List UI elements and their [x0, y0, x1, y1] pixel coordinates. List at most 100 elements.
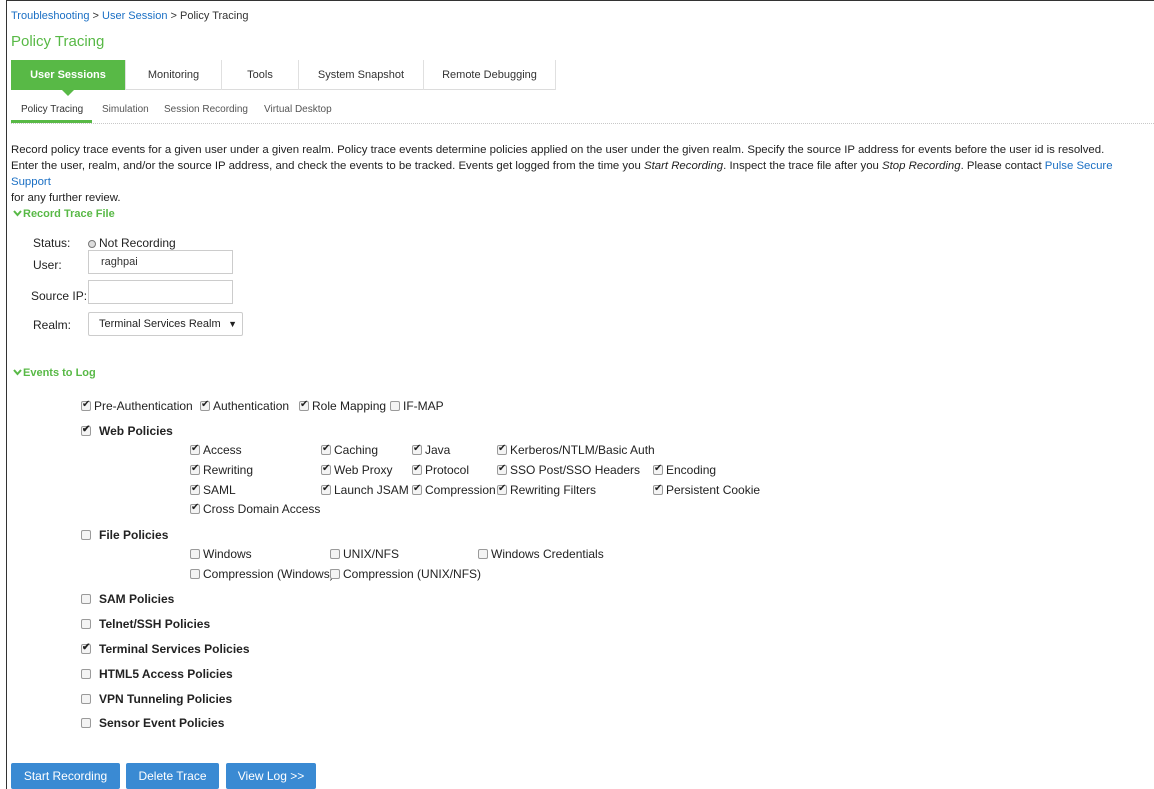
tab-remote-debugging[interactable]: Remote Debugging	[424, 60, 556, 90]
html5-access-policies-label: HTML5 Access Policies	[99, 667, 233, 681]
event-pre-authentication[interactable]: Pre-Authentication	[81, 399, 193, 413]
sub-tabs: Policy Tracing Simulation Session Record…	[11, 102, 1154, 124]
file-windows[interactable]: Windows	[190, 547, 252, 561]
user-input[interactable]: raghpai	[88, 250, 233, 274]
subtab-virtual-desktop[interactable]: Virtual Desktop	[264, 104, 332, 115]
checkbox-unchecked-icon[interactable]	[81, 594, 91, 604]
checkbox-checked-icon[interactable]	[299, 399, 309, 411]
telnet-ssh-policies[interactable]: Telnet/SSH Policies	[81, 617, 210, 631]
checkbox-unchecked-icon[interactable]	[81, 619, 91, 629]
file-compression-windows[interactable]: Compression (Windows)	[190, 567, 334, 581]
delete-trace-button[interactable]: Delete Trace	[126, 763, 219, 789]
subtab-session-recording[interactable]: Session Recording	[164, 104, 248, 115]
file-policies[interactable]: File Policies	[81, 528, 168, 542]
event-role-mapping[interactable]: Role Mapping	[299, 399, 386, 413]
web-saml[interactable]: SAML	[190, 483, 236, 497]
checkbox-checked-icon[interactable]	[412, 443, 422, 455]
checkbox-unchecked-icon[interactable]	[190, 549, 200, 559]
sam-policies[interactable]: SAM Policies	[81, 592, 174, 606]
checkbox-checked-icon[interactable]	[200, 399, 210, 411]
checkbox-checked-icon[interactable]	[81, 399, 91, 411]
checkbox-checked-icon[interactable]	[412, 463, 422, 475]
view-log-button[interactable]: View Log >>	[226, 763, 316, 789]
web-persistent-cookie[interactable]: Persistent Cookie	[653, 483, 760, 497]
checkbox-unchecked-icon[interactable]	[81, 718, 91, 728]
web-protocol[interactable]: Protocol	[412, 463, 469, 477]
subtab-simulation[interactable]: Simulation	[102, 104, 149, 115]
checkbox-unchecked-icon[interactable]	[330, 549, 340, 559]
telnet-ssh-policies-label: Telnet/SSH Policies	[99, 617, 211, 631]
checkbox-unchecked-icon[interactable]	[81, 694, 91, 704]
event-label: SAML	[203, 483, 236, 497]
checkbox-checked-icon[interactable]	[497, 443, 507, 455]
checkbox-unchecked-icon[interactable]	[81, 669, 91, 679]
event-label: Web Proxy	[334, 463, 393, 477]
breadcrumb-troubleshooting[interactable]: Troubleshooting	[11, 10, 89, 22]
checkbox-unchecked-icon[interactable]	[478, 549, 488, 559]
web-caching[interactable]: Caching	[321, 443, 378, 457]
checkbox-checked-icon[interactable]	[321, 443, 331, 455]
event-if-map[interactable]: IF-MAP	[390, 399, 444, 413]
web-rewriting[interactable]: Rewriting	[190, 463, 253, 477]
html5-access-policies[interactable]: HTML5 Access Policies	[81, 667, 233, 681]
checkbox-unchecked-icon[interactable]	[330, 569, 340, 579]
start-recording-button[interactable]: Start Recording	[11, 763, 120, 789]
web-java[interactable]: Java	[412, 443, 450, 457]
file-compression-unix[interactable]: Compression (UNIX/NFS)	[330, 567, 481, 581]
chevron-down-icon	[13, 367, 23, 379]
checkbox-checked-icon[interactable]	[321, 463, 331, 475]
file-windows-credentials[interactable]: Windows Credentials	[478, 547, 604, 561]
checkbox-checked-icon[interactable]	[81, 424, 91, 436]
subtab-policy-tracing[interactable]: Policy Tracing	[21, 104, 83, 115]
file-unix-nfs[interactable]: UNIX/NFS	[330, 547, 399, 561]
web-rewriting-filters[interactable]: Rewriting Filters	[497, 483, 596, 497]
breadcrumb-sep: >	[89, 10, 103, 22]
checkbox-unchecked-icon[interactable]	[81, 530, 91, 540]
events-to-log-header[interactable]: Events to Log	[13, 367, 96, 379]
tab-monitoring[interactable]: Monitoring	[126, 60, 222, 90]
vpn-tunneling-policies-label: VPN Tunneling Policies	[99, 692, 233, 706]
web-encoding[interactable]: Encoding	[653, 463, 716, 477]
checkbox-checked-icon[interactable]	[81, 642, 91, 654]
breadcrumb-user-session[interactable]: User Session	[102, 10, 167, 22]
checkbox-checked-icon[interactable]	[190, 502, 200, 514]
web-policies[interactable]: Web Policies	[81, 424, 173, 438]
checkbox-checked-icon[interactable]	[653, 463, 663, 475]
event-label: Pre-Authentication	[94, 399, 193, 413]
tab-system-snapshot[interactable]: System Snapshot	[299, 60, 424, 90]
checkbox-checked-icon[interactable]	[653, 483, 663, 495]
tab-tools[interactable]: Tools	[222, 60, 299, 90]
realm-label: Realm:	[33, 318, 72, 332]
source-ip-input[interactable]	[88, 280, 233, 304]
desc-text: . Please contact	[960, 160, 1045, 172]
events-to-log-title: Events to Log	[23, 367, 96, 379]
web-proxy[interactable]: Web Proxy	[321, 463, 392, 477]
realm-select[interactable]: Terminal Services Realm ▼	[88, 312, 243, 336]
web-compression[interactable]: Compression	[412, 483, 496, 497]
record-trace-header[interactable]: Record Trace File	[13, 208, 115, 220]
checkbox-checked-icon[interactable]	[190, 443, 200, 455]
checkbox-checked-icon[interactable]	[321, 483, 331, 495]
checkbox-checked-icon[interactable]	[412, 483, 422, 495]
web-kerberos[interactable]: Kerberos/NTLM/Basic Auth	[497, 443, 655, 457]
checkbox-unchecked-icon[interactable]	[190, 569, 200, 579]
event-label: IF-MAP	[403, 399, 444, 413]
event-label: Caching	[334, 443, 379, 457]
web-access[interactable]: Access	[190, 443, 242, 457]
event-authentication[interactable]: Authentication	[200, 399, 289, 413]
checkbox-unchecked-icon[interactable]	[390, 401, 400, 411]
event-label: Cross Domain Access	[203, 502, 321, 516]
vpn-tunneling-policies[interactable]: VPN Tunneling Policies	[81, 692, 232, 706]
event-label: Access	[203, 443, 242, 457]
event-label: Windows	[203, 547, 252, 561]
tab-user-sessions[interactable]: User Sessions	[11, 60, 126, 96]
checkbox-checked-icon[interactable]	[190, 463, 200, 475]
checkbox-checked-icon[interactable]	[190, 483, 200, 495]
web-launch-jsam[interactable]: Launch JSAM	[321, 483, 409, 497]
checkbox-checked-icon[interactable]	[497, 463, 507, 475]
web-cross-domain[interactable]: Cross Domain Access	[190, 502, 320, 516]
sensor-event-policies[interactable]: Sensor Event Policies	[81, 716, 224, 730]
terminal-services-policies[interactable]: Terminal Services Policies	[81, 642, 250, 656]
checkbox-checked-icon[interactable]	[497, 483, 507, 495]
web-sso[interactable]: SSO Post/SSO Headers	[497, 463, 640, 477]
